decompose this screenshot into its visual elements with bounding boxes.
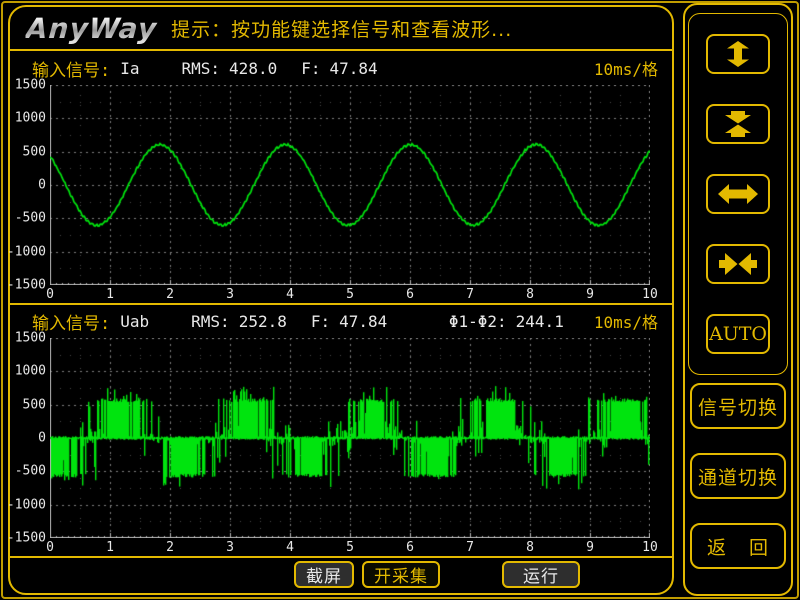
x-axis-labels: 012345678910 [50,286,650,301]
auto-scale-button[interactable]: AUTO [706,314,770,354]
y-tick-label: 500 [23,144,46,159]
signal-name: Ia [120,59,139,78]
plot-area-ia: 150010005000-500-1000-1500 012345678910 [50,85,650,285]
panel-header-uab: 输入信号: Uab RMS: 252.8 F: 47.84 Φ1-Φ2: 244… [10,306,672,336]
x-tick-label: 4 [286,540,294,555]
freq-value: 47.84 [339,312,387,331]
y-tick-label: 1000 [15,111,46,126]
expand-horizontal-icon [716,181,760,207]
bottom-button-bar: 截屏 开采集 运行 [10,558,672,591]
y-tick-label: 1500 [15,78,46,93]
timebase-label: 10ms/格 [594,309,658,333]
main-display-frame: AnyWay 提示：按功能键选择信号和查看波形... 输入信号: Ia RMS:… [8,5,674,595]
x-tick-label: 9 [586,287,594,302]
y-tick-label: 1500 [15,331,46,346]
start-acquisition-button[interactable]: 开采集 [362,561,440,588]
x-tick-label: 0 [46,540,54,555]
panel-divider [10,303,672,305]
plot-area-uab: 150010005000-500-1000-1500 012345678910 [50,338,650,538]
waveform-canvas-ia [50,85,650,285]
y-tick-label: -1000 [7,497,46,512]
compress-vertical-icon [716,111,760,137]
x-tick-label: 1 [106,287,114,302]
rms-value: 252.8 [239,312,287,331]
panel-header-ia: 输入信号: Ia RMS: 428.0 F: 47.84 10ms/格 [10,53,672,83]
rms-label: RMS: [182,59,221,78]
vertical-expand-button[interactable] [706,34,770,74]
vertical-compress-button[interactable] [706,104,770,144]
x-tick-label: 3 [226,287,234,302]
rms-value: 428.0 [229,59,277,78]
x-tick-label: 10 [642,287,658,302]
horizontal-compress-button[interactable] [706,244,770,284]
x-tick-label: 9 [586,540,594,555]
y-tick-label: 0 [38,431,46,446]
compress-horizontal-icon [716,251,760,277]
hint-text: 提示：按功能键选择信号和查看波形... [171,15,512,42]
freq-value: 47.84 [329,59,377,78]
expand-vertical-icon [716,41,760,67]
x-tick-label: 2 [166,287,174,302]
phase-diff-value: 244.1 [516,312,564,331]
timebase-label: 10ms/格 [594,56,658,80]
y-tick-label: -1000 [7,244,46,259]
anyway-logo: AnyWay [25,12,158,45]
waveform-panel-ia: 输入信号: Ia RMS: 428.0 F: 47.84 10ms/格 1500… [10,53,672,303]
scale-button-group: AUTO [688,13,788,375]
waveform-panel-uab: 输入信号: Uab RMS: 252.8 F: 47.84 Φ1-Φ2: 244… [10,306,672,556]
x-axis-labels: 012345678910 [50,539,650,554]
y-tick-label: 1000 [15,364,46,379]
x-tick-label: 7 [466,287,474,302]
y-tick-label: -500 [15,211,46,226]
y-tick-label: 0 [38,178,46,193]
run-button[interactable]: 运行 [502,561,580,588]
screenshot-button[interactable]: 截屏 [294,561,354,588]
back-label-left: 返 [707,533,727,560]
x-tick-label: 0 [46,287,54,302]
x-tick-label: 10 [642,540,658,555]
y-axis-labels: 150010005000-500-1000-1500 [8,85,46,285]
horizontal-expand-button[interactable] [706,174,770,214]
x-tick-label: 2 [166,540,174,555]
freq-label: F: [301,59,320,78]
x-tick-label: 8 [526,540,534,555]
y-axis-labels: 150010005000-500-1000-1500 [8,338,46,538]
x-tick-label: 7 [466,540,474,555]
x-tick-label: 1 [106,540,114,555]
auto-label: AUTO [709,323,767,345]
x-tick-label: 8 [526,287,534,302]
signal-switch-button[interactable]: 信号切换 [690,383,786,429]
sidebar: AUTO 信号切换 通道切换 返 回 [683,3,793,596]
waveform-canvas-uab [50,338,650,538]
y-tick-label: -1500 [7,531,46,546]
channel-switch-button[interactable]: 通道切换 [690,453,786,499]
x-tick-label: 5 [346,540,354,555]
y-tick-label: -500 [15,464,46,479]
y-tick-label: -1500 [7,278,46,293]
x-tick-label: 6 [406,540,414,555]
freq-label: F: [311,312,330,331]
x-tick-label: 4 [286,287,294,302]
title-bar: AnyWay 提示：按功能键选择信号和查看波形... [10,7,672,51]
x-tick-label: 6 [406,287,414,302]
back-label-right: 回 [749,533,769,560]
phase-diff-label: Φ1-Φ2: [449,312,507,331]
y-tick-label: 500 [23,397,46,412]
x-tick-label: 3 [226,540,234,555]
rms-label: RMS: [191,312,230,331]
signal-name: Uab [120,312,149,331]
x-tick-label: 5 [346,287,354,302]
back-button[interactable]: 返 回 [690,523,786,569]
